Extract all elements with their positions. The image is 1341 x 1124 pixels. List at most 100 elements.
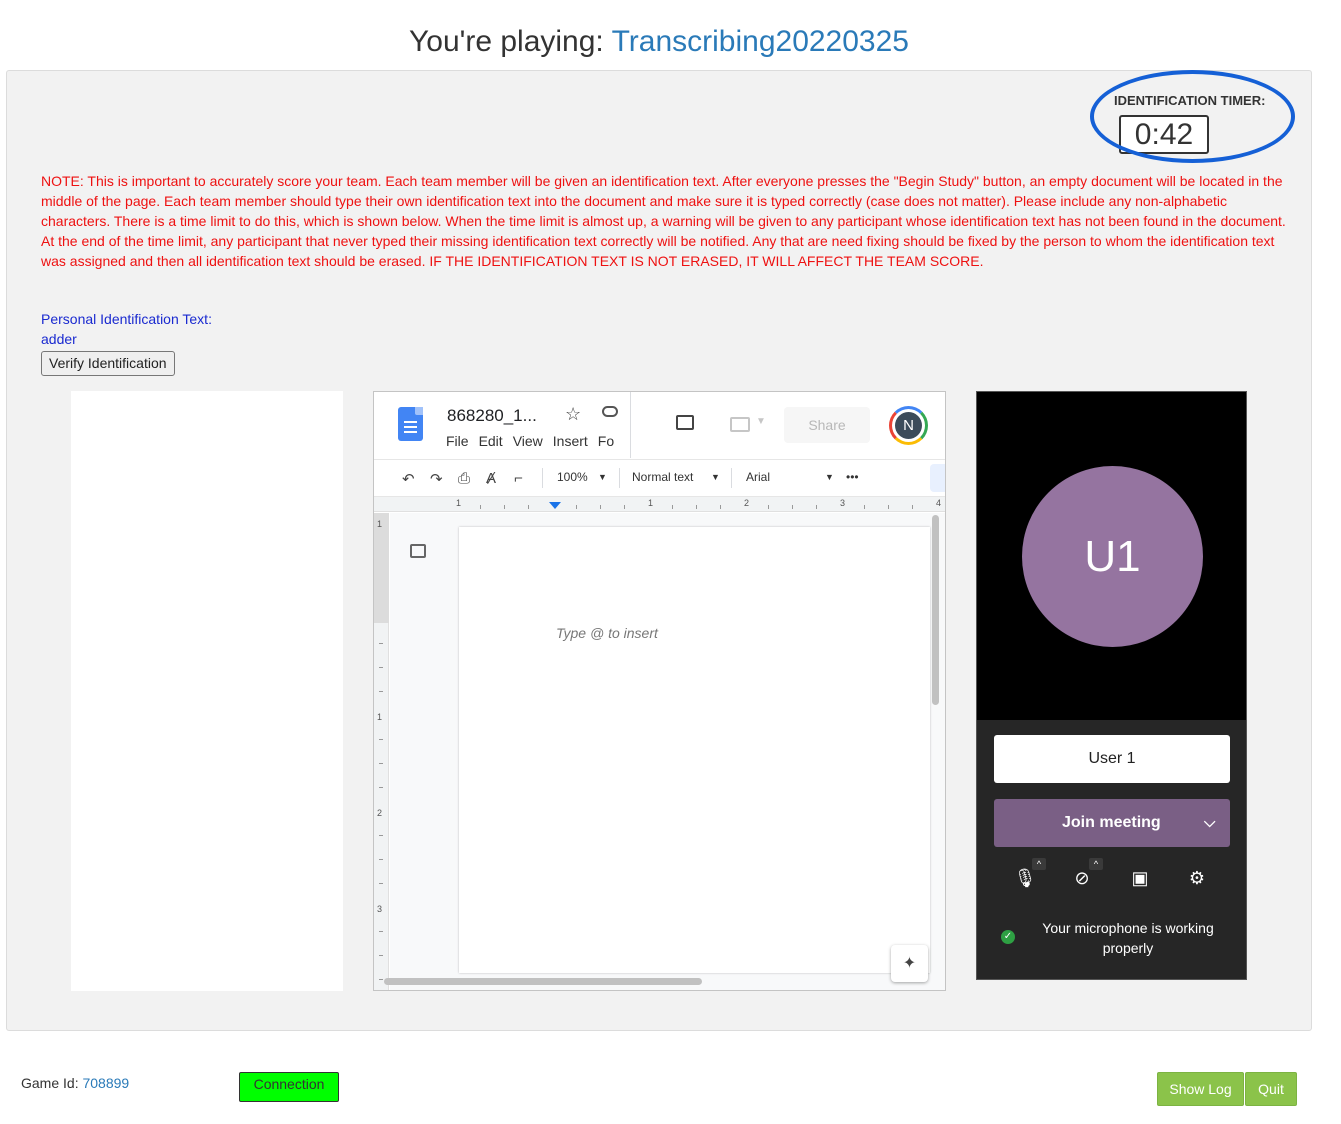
camera-options-caret-icon[interactable]: ^ (1089, 858, 1103, 870)
account-avatar[interactable]: N (889, 406, 928, 445)
docs-logo-icon[interactable] (398, 407, 423, 441)
more-icon[interactable]: ••• (846, 470, 859, 484)
participant-avatar: U1 (1022, 466, 1203, 647)
ruler-tick (624, 505, 625, 509)
document-embed: 868280_1... ☆ File Edit View Insert Fo ▼ Sha… (373, 391, 946, 991)
ruler-tick (888, 505, 889, 509)
page-title: You're playing: Transcribing20220325 (0, 25, 1318, 59)
redo-icon[interactable]: ↷ (430, 470, 443, 488)
ruler-tick (379, 835, 383, 836)
game-id-label: Game Id: (21, 1075, 83, 1091)
quit-button[interactable]: Quit (1245, 1072, 1297, 1106)
ruler-tick (792, 505, 793, 509)
game-id-value: 708899 (82, 1075, 130, 1091)
timer-highlight-oval (1090, 70, 1295, 163)
mic-options-caret-icon[interactable]: ^ (1032, 858, 1046, 870)
microphone-status: Your microphone is working properly (1042, 920, 1214, 956)
zoom-select[interactable]: 100% (557, 470, 588, 484)
ruler-tick (672, 505, 673, 509)
paint-format-icon[interactable]: ⌐ (514, 470, 523, 487)
present-icon[interactable] (730, 417, 750, 432)
present-caret-icon[interactable]: ▼ (756, 416, 766, 427)
avatar-initial: N (895, 412, 922, 439)
font-caret-icon[interactable]: ▼ (825, 472, 834, 482)
ruler-tick (379, 955, 383, 956)
title-prefix: You're playing: (409, 25, 612, 58)
ruler-tick (379, 667, 383, 668)
ruler-tick (720, 505, 721, 509)
editing-mode-icon[interactable] (930, 464, 945, 492)
ruler-margin-shade (374, 513, 389, 623)
share-button[interactable]: Share (784, 407, 870, 443)
chevron-down-icon[interactable]: ⌵ (1204, 799, 1215, 847)
doc-toolbar: ↶ ↷ ⎙ Ⱥ ⌐ 100% ▼ Normal text ▼ Arial ▼ •… (374, 459, 945, 497)
ruler-tick (768, 505, 769, 509)
comment-icon[interactable] (676, 415, 694, 430)
doc-placeholder: Type @ to insert (556, 625, 658, 641)
background-image-icon[interactable]: ▣ (1127, 865, 1153, 891)
vertical-ruler: 1 1 2 3 (374, 513, 389, 990)
undo-icon[interactable]: ↶ (402, 470, 415, 488)
ruler-label: 1 (648, 498, 654, 508)
ruler-tick (504, 505, 505, 509)
join-meeting-label: Join meeting (1062, 814, 1161, 831)
video-preview: U1 (977, 392, 1246, 720)
ruler-label: 4 (936, 498, 942, 508)
ruler-label: 2 (744, 498, 750, 508)
ruler-label: 1 (456, 498, 462, 508)
doc-title[interactable]: 868280_1... (447, 406, 537, 426)
ruler-label: 1 (377, 519, 383, 529)
ruler-tick (379, 931, 383, 932)
menu-format[interactable]: Fo (598, 433, 614, 449)
display-name-field[interactable]: User 1 (994, 735, 1230, 783)
horizontal-ruler: 1 1 2 3 4 (374, 497, 945, 512)
ruler-tick (379, 787, 383, 788)
game-id: Game Id: 708899 (21, 1075, 129, 1091)
doc-page[interactable] (459, 527, 930, 973)
style-select[interactable]: Normal text (632, 470, 693, 484)
ruler-tick (379, 883, 383, 884)
star-icon[interactable]: ☆ (565, 404, 581, 425)
horizontal-scrollbar[interactable] (384, 978, 702, 985)
instructions-note: NOTE: This is important to accurately sc… (41, 173, 1286, 269)
ruler-tick (696, 505, 697, 509)
ruler-label: 2 (377, 808, 383, 818)
settings-gear-icon[interactable]: ⚙ (1184, 865, 1210, 891)
menu-insert[interactable]: Insert (553, 433, 588, 449)
ruler-tick (379, 763, 383, 764)
menu-file[interactable]: File (446, 433, 469, 449)
indent-marker[interactable] (549, 502, 561, 509)
left-blank-panel (71, 391, 343, 991)
menu-view[interactable]: View (513, 433, 543, 449)
ruler-tick (864, 505, 865, 509)
zoom-caret-icon[interactable]: ▼ (598, 472, 607, 482)
print-icon[interactable]: ⎙ (458, 470, 470, 487)
show-log-button[interactable]: Show Log (1157, 1072, 1244, 1106)
ruler-tick (576, 505, 577, 509)
font-select[interactable]: Arial (746, 470, 770, 484)
ruler-tick (379, 691, 383, 692)
doc-menu-bar: File Edit View Insert Fo (446, 433, 624, 449)
vertical-scrollbar[interactable] (932, 515, 939, 705)
spellcheck-icon[interactable]: Ⱥ (486, 470, 496, 487)
document-outline-icon[interactable] (410, 544, 426, 558)
identification-label: Personal Identification Text: (41, 311, 212, 327)
ruler-label: 1 (377, 712, 383, 722)
ruler-tick (379, 979, 383, 980)
ruler-label: 3 (840, 498, 846, 508)
toolbar-separator (542, 468, 543, 488)
verify-identification-button[interactable]: Verify Identification (41, 351, 175, 376)
cloud-status-icon[interactable] (602, 406, 618, 417)
ruler-tick (379, 859, 383, 860)
join-meeting-button[interactable]: Join meeting ⌵ (994, 799, 1230, 847)
game-name: Transcribing20220325 (611, 25, 909, 58)
meeting-controls: User 1 Join meeting ⌵ 🎙 ^ ⊘ ^ ▣ ⚙ ✓ Your … (977, 720, 1246, 979)
style-caret-icon[interactable]: ▼ (711, 472, 720, 482)
meeting-panel: U1 User 1 Join meeting ⌵ 🎙 ^ ⊘ ^ ▣ ⚙ ✓ Yo… (976, 391, 1247, 980)
explore-sparkle-icon[interactable]: ✦ (891, 945, 928, 982)
ruler-tick (480, 505, 481, 509)
menu-edit[interactable]: Edit (479, 433, 503, 449)
doc-header: 868280_1... ☆ File Edit View Insert Fo ▼ Sha… (374, 392, 945, 459)
toolbar-separator (619, 468, 620, 488)
ruler-label: 3 (377, 904, 383, 914)
